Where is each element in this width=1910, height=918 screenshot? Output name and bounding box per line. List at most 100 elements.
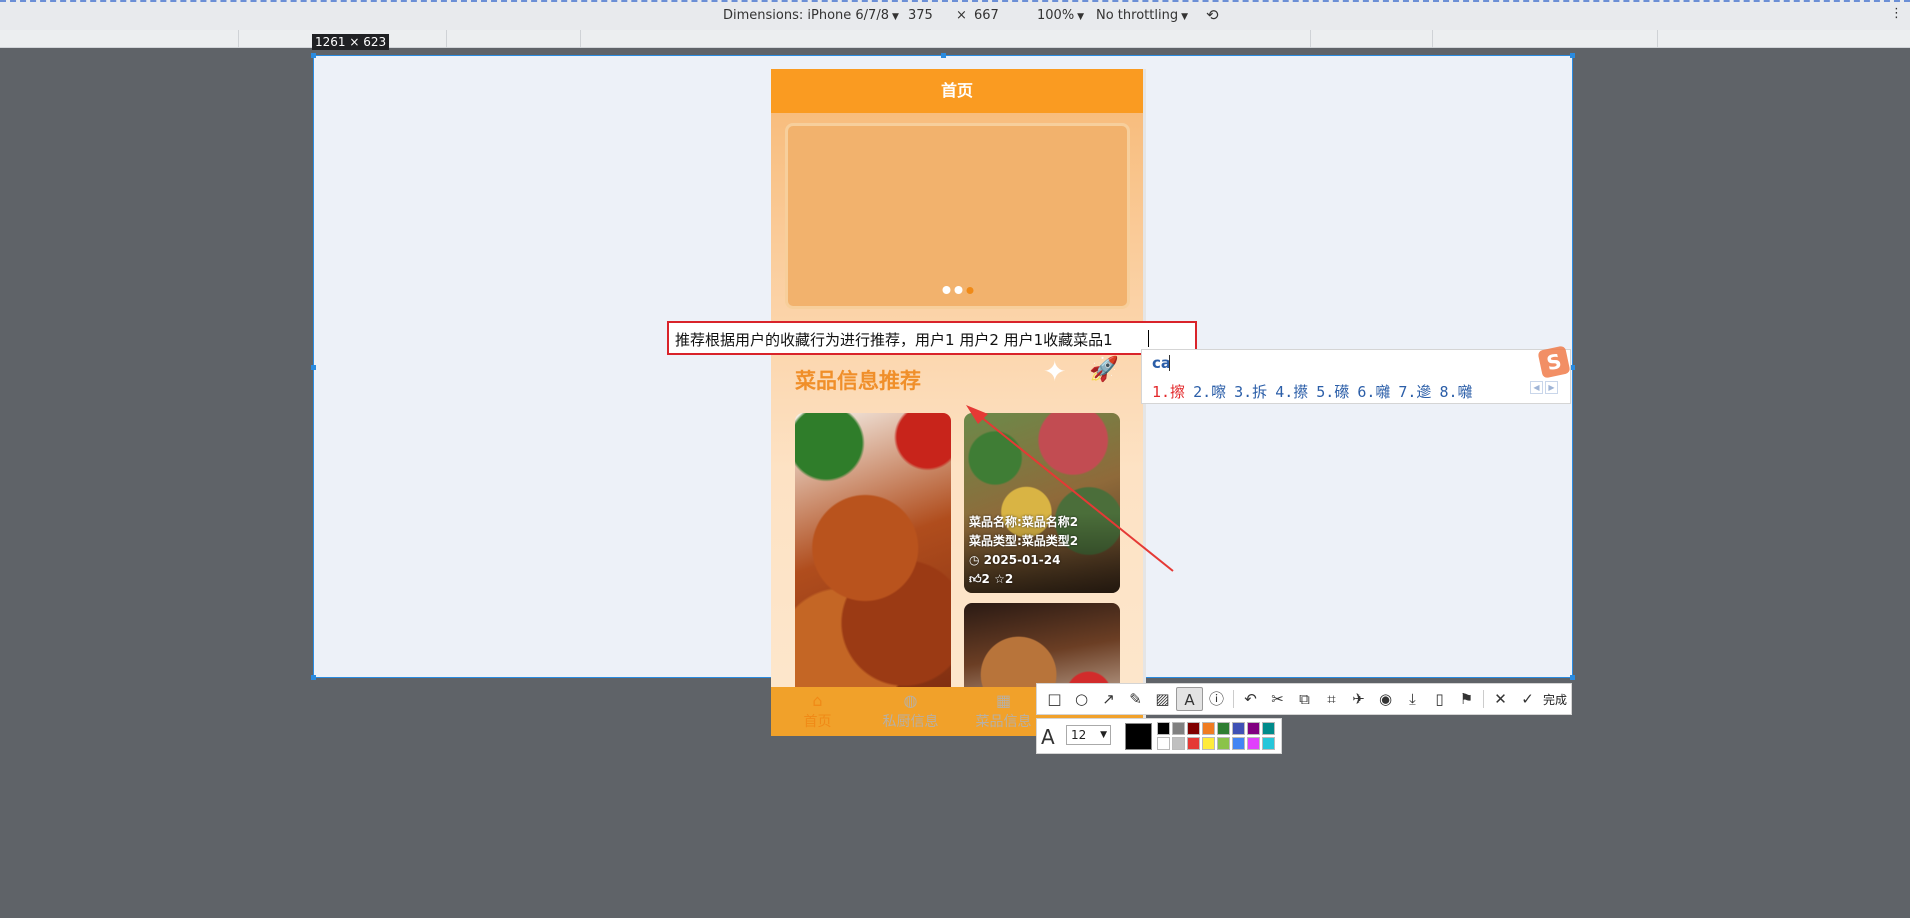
zoom-select[interactable]: 100% ▼: [1037, 8, 1084, 23]
text-caret: [1148, 330, 1149, 347]
color-palette: [1157, 722, 1275, 750]
tab-label: 私厨信息: [882, 714, 939, 730]
chevron-down-icon: ▼: [891, 12, 899, 22]
text-properties-bar: A 12 ▼: [1036, 718, 1282, 754]
number-tool-icon[interactable]: ⓘ: [1203, 687, 1230, 711]
resize-handle[interactable]: [311, 365, 316, 370]
toolbar-divider: [1483, 690, 1484, 708]
device-label: Dimensions: iPhone 6/7/8: [723, 8, 889, 23]
color-swatch[interactable]: [1157, 737, 1170, 750]
download-icon[interactable]: ⤓: [1399, 687, 1426, 711]
undo-icon[interactable]: ↶: [1237, 687, 1264, 711]
cut-icon[interactable]: ✂: [1264, 687, 1291, 711]
annotation-arrow[interactable]: [960, 400, 1180, 580]
viewport-size-badge: 1261 × 623: [312, 34, 390, 50]
bookmark-icon[interactable]: ⚑: [1453, 687, 1480, 711]
ime-candidate[interactable]: 3.拆: [1234, 381, 1267, 402]
toolbar-divider: [1233, 690, 1234, 708]
color-swatch[interactable]: [1247, 737, 1260, 750]
ime-candidate-window: ca S 1.擦 2.嚓 3.拆 4.攃 5.礤 6.囃 7.遪 8.囃 ◀ ▶: [1141, 345, 1571, 404]
ime-candidate[interactable]: 4.攃: [1275, 381, 1308, 402]
width-input[interactable]: 375: [908, 8, 933, 23]
carousel-dots: [942, 286, 973, 294]
ime-pager: ◀ ▶: [1530, 381, 1558, 394]
next-page-icon[interactable]: ▶: [1545, 381, 1558, 394]
text-tool-icon[interactable]: A: [1176, 687, 1203, 711]
tab-home[interactable]: ⌂ 首页: [771, 687, 864, 736]
font-size-select[interactable]: 12 ▼: [1066, 725, 1111, 745]
ime-candidate[interactable]: 6.囃: [1357, 381, 1390, 402]
color-swatch[interactable]: [1262, 737, 1275, 750]
rectangle-tool-icon[interactable]: □: [1041, 687, 1068, 711]
resize-handle[interactable]: [941, 53, 946, 58]
chef-icon: ◍: [903, 691, 918, 710]
ime-candidate[interactable]: 1.擦: [1152, 381, 1185, 402]
translate-icon[interactable]: ⧉: [1291, 687, 1318, 711]
prev-page-icon[interactable]: ◀: [1530, 381, 1543, 394]
color-swatch[interactable]: [1247, 722, 1260, 735]
color-swatch[interactable]: [1217, 722, 1230, 735]
throttling-select[interactable]: No throttling ▼: [1096, 8, 1188, 23]
color-swatch[interactable]: [1262, 722, 1275, 735]
font-size-value: 12: [1071, 728, 1087, 742]
color-swatch[interactable]: [1157, 722, 1170, 735]
carousel-dot[interactable]: [954, 286, 962, 294]
ime-caret: [1169, 355, 1170, 371]
ime-candidate[interactable]: 7.遪: [1398, 381, 1431, 402]
banner-carousel[interactable]: [785, 123, 1130, 309]
resize-handle[interactable]: [311, 675, 316, 680]
more-options-icon[interactable]: ⋮: [1890, 6, 1903, 21]
color-swatch[interactable]: [1202, 737, 1215, 750]
pen-tool-icon[interactable]: ✎: [1122, 687, 1149, 711]
ellipse-tool-icon[interactable]: ○: [1068, 687, 1095, 711]
resize-handle[interactable]: [311, 53, 316, 58]
media-query-ruler: [0, 30, 1910, 48]
page-title: 首页: [771, 69, 1143, 113]
chevron-down-icon: ▼: [1181, 12, 1188, 22]
rocket-icon: 🚀: [1089, 355, 1119, 383]
done-button[interactable]: 完成: [1543, 691, 1567, 708]
device-toolbar: Dimensions: iPhone 6/7/8 ▼ 375 × 667 100%…: [0, 0, 1910, 30]
color-swatch[interactable]: [1232, 737, 1245, 750]
height-input[interactable]: 667: [974, 8, 999, 23]
tab-chef-info[interactable]: ◍ 私厨信息: [864, 687, 957, 736]
color-swatch[interactable]: [1172, 737, 1185, 750]
screenshot-toolbar: □ ○ ↗ ✎ ▨ A ⓘ ↶ ✂ ⧉ ⌗ ✈ ◉ ⤓ ▯ ⚑ ✕ ✓ 完成: [1036, 683, 1572, 715]
color-swatch[interactable]: [1217, 737, 1230, 750]
color-swatch[interactable]: [1172, 722, 1185, 735]
resize-handle[interactable]: [1570, 675, 1575, 680]
color-swatch[interactable]: [1232, 722, 1245, 735]
times-symbol: ×: [956, 8, 967, 23]
close-icon[interactable]: ✕: [1487, 687, 1514, 711]
color-swatch[interactable]: [1202, 722, 1215, 735]
tab-label: 菜品信息: [975, 714, 1032, 730]
check-icon[interactable]: ✓: [1514, 687, 1541, 711]
mosaic-tool-icon[interactable]: ▨: [1149, 687, 1176, 711]
ime-candidate[interactable]: 5.礤: [1316, 381, 1349, 402]
carousel-dot-active[interactable]: [966, 287, 973, 294]
ime-candidates: 1.擦 2.嚓 3.拆 4.攃 5.礤 6.囃 7.遪 8.囃: [1152, 381, 1473, 402]
sparkle-icon: ✦: [1043, 355, 1067, 388]
home-icon: ⌂: [812, 691, 823, 710]
device-icon[interactable]: ▯: [1426, 687, 1453, 711]
current-color-swatch[interactable]: [1125, 723, 1152, 750]
ime-candidate[interactable]: 8.囃: [1439, 381, 1472, 402]
annotation-text[interactable]: 推荐根据用户的收藏行为进行推荐，用户1 用户2 用户1收藏菜品1: [675, 329, 1113, 350]
arrow-tool-icon[interactable]: ↗: [1095, 687, 1122, 711]
pin-icon[interactable]: ✈: [1345, 687, 1372, 711]
sogou-logo-icon: S: [1537, 345, 1571, 379]
chevron-down-icon: ▼: [1077, 12, 1085, 22]
section-title: 菜品信息推荐: [795, 369, 921, 393]
carousel-dot[interactable]: [942, 286, 950, 294]
record-icon[interactable]: ◉: [1372, 687, 1399, 711]
font-icon: A: [1041, 725, 1055, 749]
ime-candidate[interactable]: 2.嚓: [1193, 381, 1226, 402]
color-swatch[interactable]: [1187, 722, 1200, 735]
color-swatch[interactable]: [1187, 737, 1200, 750]
annotation-text-box[interactable]: 推荐根据用户的收藏行为进行推荐，用户1 用户2 用户1收藏菜品1: [667, 321, 1197, 355]
ocr-icon[interactable]: ⌗: [1318, 687, 1345, 711]
resize-handle[interactable]: [1570, 53, 1575, 58]
dish-card[interactable]: [795, 413, 951, 713]
device-select[interactable]: Dimensions: iPhone 6/7/8 ▼: [723, 8, 899, 23]
rotate-icon[interactable]: ⟲: [1206, 6, 1219, 24]
